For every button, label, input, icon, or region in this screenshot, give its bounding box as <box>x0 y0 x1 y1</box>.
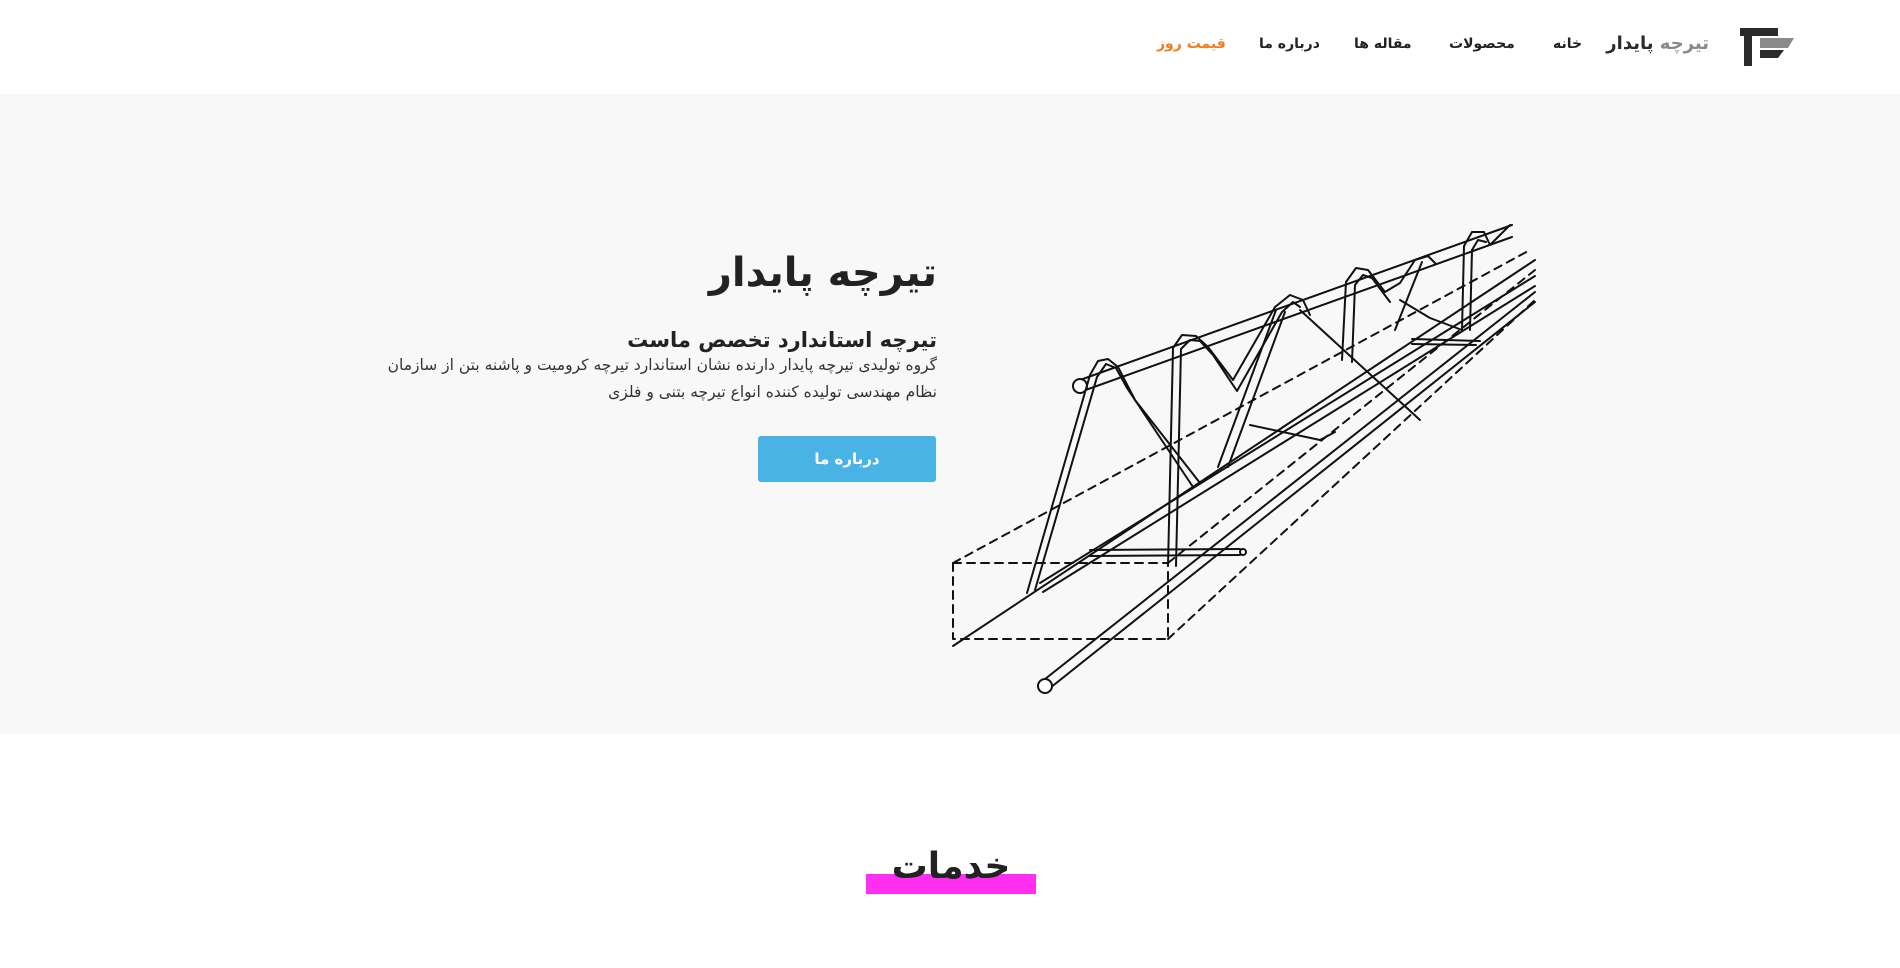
site-header: تیرچه پایدار خانه محصولات مقاله ها دربار… <box>0 0 1900 94</box>
truss-illustration <box>952 224 1536 694</box>
nav-products[interactable]: محصولات <box>1449 36 1515 52</box>
hero-title: تیرچه پایدار <box>708 250 937 296</box>
hero-subtitle: تیرچه استاندارد تخصص ماست <box>627 328 937 352</box>
brand-part-1: تیرچه <box>1659 33 1709 54</box>
nav-about[interactable]: درباره ما <box>1259 36 1320 52</box>
hero-description: گروه تولیدی تیرچه پایدار دارنده نشان است… <box>387 356 937 401</box>
nav-daily-price[interactable]: قیمت روز <box>1157 36 1226 52</box>
services-heading: خدمات <box>866 846 1036 896</box>
about-us-button[interactable]: درباره ما <box>758 436 936 482</box>
nav-articles[interactable]: مقاله ها <box>1354 36 1412 52</box>
hero-section: تیرچه پایدار تیرچه استاندارد تخصص ماست گ… <box>0 94 1900 734</box>
nav-home[interactable]: خانه <box>1553 36 1582 52</box>
company-logo-icon[interactable] <box>1740 28 1794 66</box>
brand-name[interactable]: تیرچه پایدار <box>1606 33 1709 54</box>
services-title: خدمات <box>891 846 1011 887</box>
brand-part-2: پایدار <box>1606 33 1654 54</box>
